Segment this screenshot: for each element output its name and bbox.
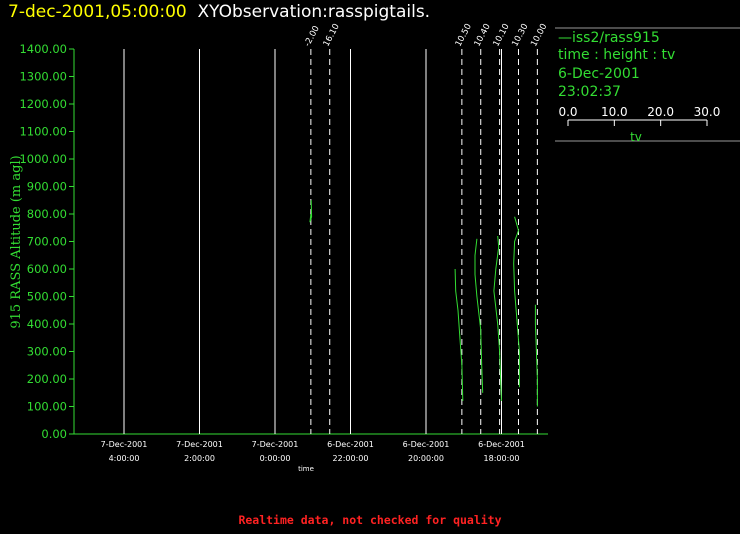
x-tick-label-date: 6-Dec-2001	[478, 440, 525, 449]
x-tick-label-time: 20:00:00	[408, 454, 444, 463]
x-tick-label-date: 7-Dec-2001	[101, 440, 148, 449]
legend-scale-tick-label: 30.0	[694, 105, 721, 119]
x-axis-label: time	[298, 465, 314, 473]
x-tick-label-time: 18:00:00	[484, 454, 520, 463]
x-tick-label-time: 0:00:00	[260, 454, 291, 463]
y-tick-label: 500.00	[27, 290, 67, 304]
x-tick-label-date: 7-Dec-2001	[176, 440, 223, 449]
y-tick-label: 400.00	[27, 317, 67, 331]
x-tick-label-time: 2:00:00	[184, 454, 215, 463]
y-tick-label: 900.00	[27, 180, 67, 194]
legend-series: —iss2/rass915	[558, 30, 660, 46]
y-tick-label: 1300.00	[19, 70, 67, 84]
profile-time-label: 10.30	[510, 22, 530, 48]
y-tick-label: 1100.00	[19, 125, 67, 139]
y-tick-label: 800.00	[27, 207, 67, 221]
x-tick-label-date: 6-Dec-2001	[403, 440, 450, 449]
y-tick-label: 1200.00	[19, 97, 67, 111]
y-tick-label: 200.00	[27, 372, 67, 386]
y-tick-label: 0.00	[41, 427, 67, 441]
quality-disclaimer: Realtime data, not checked for quality	[238, 513, 502, 527]
legend-series-label: iss2/rass915	[572, 30, 660, 46]
profile-trace	[474, 238, 484, 393]
legend-scale-tick-label: 0.0	[558, 105, 577, 119]
legend-line-swatch: —	[558, 30, 572, 46]
profile-time-label: -2.00	[303, 24, 322, 48]
x-tick-label-time: 22:00:00	[333, 454, 369, 463]
legend-scale-tick-label: 20.0	[647, 105, 674, 119]
x-tick-label-date: 7-Dec-2001	[252, 440, 299, 449]
y-tick-label: 700.00	[27, 235, 67, 249]
legend-scale-label: tv	[630, 130, 642, 144]
profile-time-label: 10.40	[473, 22, 493, 48]
y-tick-label: 1400.00	[19, 42, 67, 56]
y-tick-label: 100.00	[27, 400, 67, 414]
y-axis-label: 915 RASS Altitude (m agl)	[9, 155, 24, 328]
legend-time: 23:02:37	[558, 84, 621, 100]
legend-axes-description: time : height : tv	[558, 47, 676, 63]
profile-time-label: 16.10	[322, 22, 342, 48]
y-tick-label: 300.00	[27, 345, 67, 359]
x-tick-label-date: 6-Dec-2001	[327, 440, 374, 449]
y-tick-label: 600.00	[27, 262, 67, 276]
legend-scale-tick-label: 10.0	[601, 105, 628, 119]
profile-trace	[493, 235, 502, 402]
profile-time-label: 10.50	[454, 22, 474, 48]
legend-date: 6-Dec-2001	[558, 66, 640, 82]
y-tick-label: 1000.00	[19, 152, 67, 166]
profile-time-label: 10.00	[529, 22, 549, 48]
x-tick-label-time: 4:00:00	[109, 454, 140, 463]
profile-time-label: 10.10	[491, 22, 511, 48]
